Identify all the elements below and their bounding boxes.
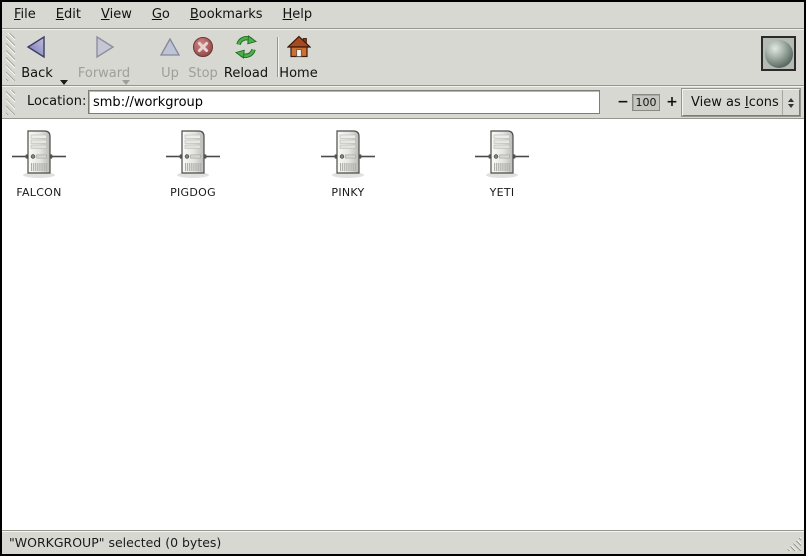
home-label: Home: [279, 66, 317, 81]
server-item-falcon[interactable]: FALCON: [0, 127, 94, 199]
menu-help-mnemonic: H: [283, 7, 293, 22]
location-bar-drag-handle[interactable]: [6, 90, 15, 115]
zoom-in-button[interactable]: +: [663, 92, 681, 112]
server-label: PIGDOG: [170, 186, 216, 199]
server-item-yeti[interactable]: YETI: [447, 127, 557, 199]
menu-view-mnemonic: V: [101, 7, 110, 22]
menu-go[interactable]: Go: [142, 2, 180, 28]
server-icon: [320, 127, 376, 185]
menu-view[interactable]: View: [91, 2, 142, 28]
back-history-chevron-icon[interactable]: [60, 80, 68, 85]
location-input[interactable]: [88, 90, 600, 114]
menu-edit-label: dit: [64, 7, 81, 22]
home-icon: [287, 35, 311, 63]
location-label: Location:: [27, 86, 86, 118]
menu-file[interactable]: File: [4, 2, 46, 28]
menu-bookmarks-mnemonic: B: [190, 7, 199, 22]
forward-label: Forward: [78, 66, 130, 81]
menu-bar: File Edit View Go Bookmarks Help: [2, 2, 804, 29]
menu-edit-mnemonic: E: [56, 7, 64, 22]
file-manager-window: File Edit View Go Bookmarks Help Back Fo…: [0, 0, 806, 556]
reload-icon: [234, 35, 258, 63]
menu-go-label: o: [162, 7, 170, 22]
up-icon: [158, 35, 182, 63]
icon-view[interactable]: FALCON PIGDOG: [2, 119, 804, 530]
reload-button[interactable]: Reload: [221, 35, 271, 81]
back-label: Back: [21, 66, 53, 81]
dropdown-indicator-icon: [782, 90, 799, 115]
menu-go-mnemonic: G: [152, 7, 162, 22]
back-button[interactable]: Back: [14, 35, 60, 81]
resize-grip-icon[interactable]: [786, 536, 801, 551]
menu-file-label: ile: [21, 7, 36, 22]
stop-icon: [191, 35, 215, 63]
forward-icon: [92, 35, 116, 63]
throbber[interactable]: [761, 36, 796, 71]
forward-button[interactable]: Forward: [78, 35, 130, 81]
menu-help-label: elp: [292, 7, 312, 22]
back-icon: [25, 35, 49, 63]
status-text: "WORKGROUP" selected (0 bytes): [9, 535, 221, 550]
server-label: FALCON: [16, 186, 61, 199]
server-icon: [11, 127, 67, 185]
view-as-label: View as Icons: [683, 95, 782, 110]
location-bar: Location: − 100 + View as Icons: [2, 86, 804, 119]
server-item-pigdog[interactable]: PIGDOG: [138, 127, 248, 199]
menu-help[interactable]: Help: [273, 2, 323, 28]
zoom-level-indicator[interactable]: 100: [632, 94, 660, 111]
home-button[interactable]: Home: [276, 35, 321, 81]
forward-history-chevron-icon[interactable]: [122, 80, 130, 85]
menu-view-label: iew: [110, 7, 132, 22]
zoom-out-button[interactable]: −: [614, 92, 632, 112]
up-label: Up: [161, 66, 179, 81]
server-item-pinky[interactable]: PINKY: [293, 127, 403, 199]
menu-edit[interactable]: Edit: [46, 2, 91, 28]
toolbar: Back Forward Up Stop: [2, 29, 804, 86]
server-label: PINKY: [331, 186, 364, 199]
server-icon: [165, 127, 221, 185]
status-bar: "WORKGROUP" selected (0 bytes): [2, 530, 804, 554]
stop-button[interactable]: Stop: [183, 35, 223, 81]
menu-bookmarks[interactable]: Bookmarks: [180, 2, 273, 28]
view-as-dropdown[interactable]: View as Icons: [682, 89, 800, 116]
reload-label: Reload: [224, 66, 268, 81]
menu-bookmarks-label: ookmarks: [199, 7, 263, 22]
server-icon: [474, 127, 530, 185]
server-label: YETI: [490, 186, 515, 199]
globe-throbber-icon: [765, 40, 793, 68]
stop-label: Stop: [188, 66, 218, 81]
